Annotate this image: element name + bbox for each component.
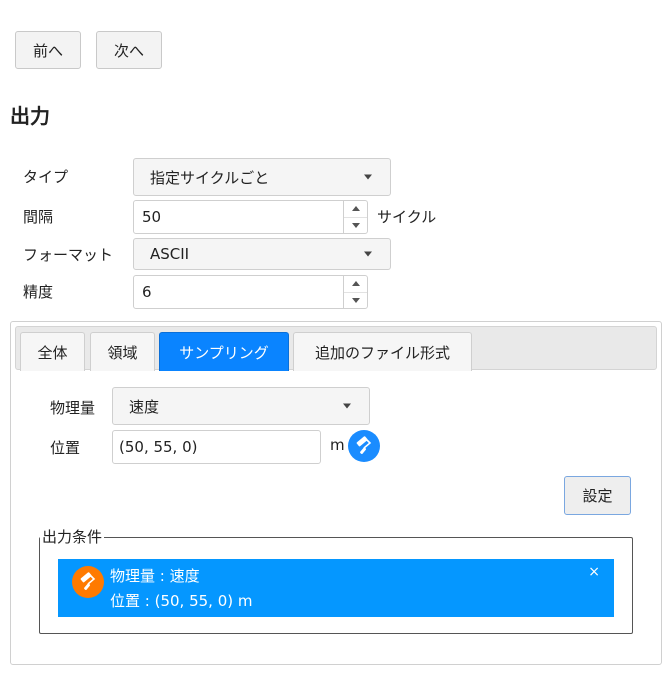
- caret-down-icon: [343, 403, 351, 409]
- type-select[interactable]: 指定サイクルごと: [133, 158, 391, 196]
- format-label: フォーマット: [23, 246, 114, 264]
- condition-position-text: 位置 : (50, 55, 0) m: [110, 592, 253, 610]
- format-select-value: ASCII: [150, 245, 190, 263]
- precision-input[interactable]: [134, 276, 343, 308]
- interval-input[interactable]: [134, 201, 343, 233]
- next-button[interactable]: 次へ: [96, 31, 162, 69]
- output-conditions-legend: 出力条件: [40, 528, 105, 546]
- output-tab-panel: 全体 領域 サンプリング 追加のファイル形式 物理量 速度 位置 m 設定 出力…: [10, 321, 662, 665]
- prev-button[interactable]: 前へ: [15, 31, 81, 69]
- stepper-down-icon[interactable]: [344, 293, 367, 309]
- set-button[interactable]: 設定: [564, 476, 631, 515]
- tab-all[interactable]: 全体: [20, 332, 85, 371]
- interval-stepper[interactable]: [133, 200, 368, 234]
- tab-region[interactable]: 領域: [90, 332, 155, 371]
- close-icon[interactable]: ×: [588, 564, 600, 580]
- page-title: 出力: [10, 104, 50, 128]
- quantity-select-value: 速度: [129, 397, 160, 416]
- tab-bar: 全体 領域 サンプリング 追加のファイル形式: [15, 326, 657, 371]
- interval-label: 間隔: [23, 208, 54, 226]
- stepper-down-icon[interactable]: [344, 218, 367, 234]
- tab-sampling[interactable]: サンプリング: [159, 332, 289, 371]
- precision-label: 精度: [23, 283, 54, 301]
- position-label: 位置: [50, 439, 81, 457]
- position-input[interactable]: [112, 430, 321, 464]
- condition-quantity-text: 物理量 : 速度: [110, 567, 200, 585]
- type-label: タイプ: [23, 168, 69, 186]
- stepper-up-icon[interactable]: [344, 276, 367, 293]
- quantity-select[interactable]: 速度: [112, 387, 370, 425]
- paint-roller-icon[interactable]: [348, 430, 380, 462]
- position-unit: m: [330, 436, 345, 454]
- paint-roller-icon: [72, 566, 104, 598]
- precision-stepper[interactable]: [133, 275, 368, 309]
- type-select-value: 指定サイクルごと: [150, 168, 270, 187]
- quantity-label: 物理量: [50, 399, 96, 417]
- output-conditions-group: 出力条件 物理量 : 速度 位置 : (50, 55, 0) m ×: [39, 528, 633, 634]
- tab-additional-file-format[interactable]: 追加のファイル形式: [293, 332, 472, 371]
- caret-down-icon: [364, 251, 372, 257]
- interval-unit: サイクル: [377, 208, 437, 226]
- caret-down-icon: [364, 174, 372, 180]
- format-select[interactable]: ASCII: [133, 238, 391, 270]
- stepper-up-icon[interactable]: [344, 201, 367, 218]
- condition-item[interactable]: 物理量 : 速度 位置 : (50, 55, 0) m ×: [58, 559, 614, 617]
